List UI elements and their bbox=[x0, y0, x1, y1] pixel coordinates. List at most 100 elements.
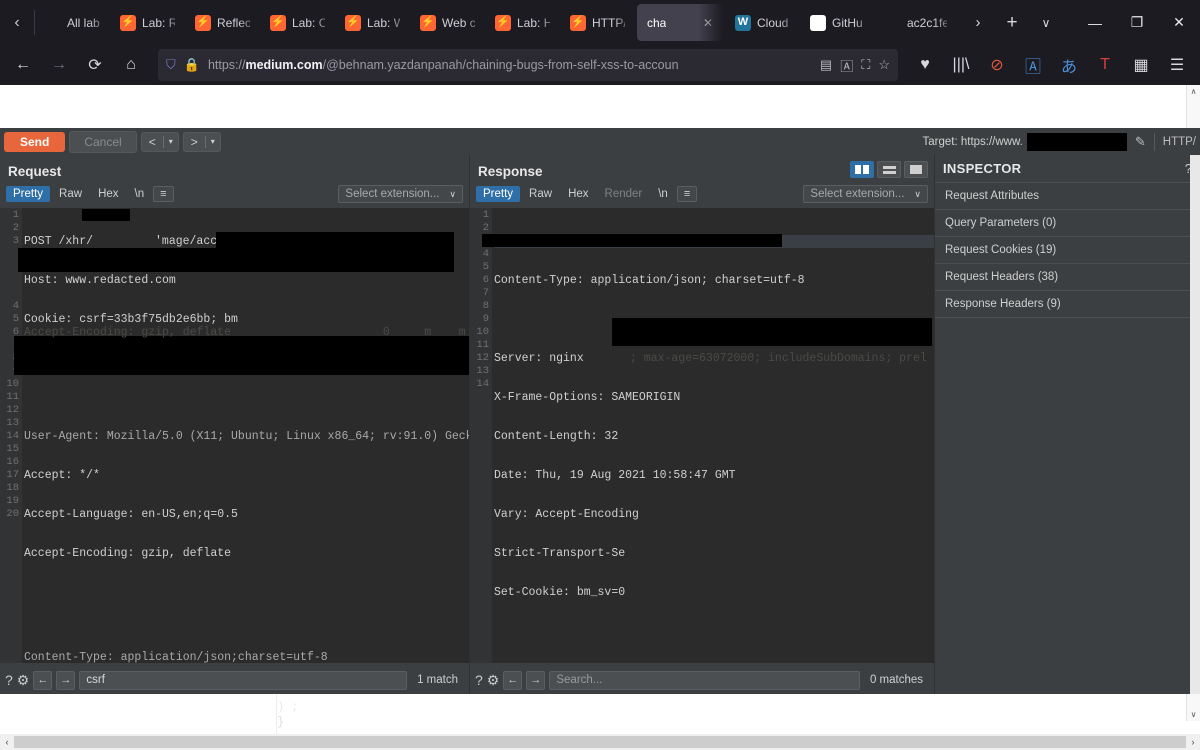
tab-hex[interactable]: Hex bbox=[91, 186, 125, 202]
lock-icon[interactable]: 🔒 bbox=[184, 57, 200, 73]
find-next-button[interactable]: → bbox=[56, 670, 76, 690]
browser-tab-2[interactable]: ⚡ Reflec bbox=[185, 0, 260, 45]
reader-view-icon[interactable]: ▤ bbox=[820, 57, 832, 73]
gear-icon[interactable]: ⚙ bbox=[17, 672, 30, 689]
browser-tab-active[interactable]: cha ✕ bbox=[637, 4, 723, 41]
home-icon[interactable]: ⌂ bbox=[114, 49, 148, 81]
chevron-down-icon[interactable]: ∨ bbox=[914, 189, 921, 200]
chevron-down-icon[interactable]: ∨ bbox=[449, 189, 456, 200]
list-all-tabs-icon[interactable]: ∨ bbox=[1030, 7, 1062, 39]
github-icon: ◉ bbox=[810, 14, 826, 31]
gear-icon[interactable]: ⚙ bbox=[487, 672, 500, 689]
tab-pretty[interactable]: Pretty bbox=[476, 186, 521, 202]
inspector-item-request-headers[interactable]: Request Headers (38) bbox=[935, 264, 1200, 291]
chevron-down-icon[interactable]: ▾ bbox=[164, 133, 178, 151]
browser-tab-9[interactable]: W Cloud bbox=[725, 0, 800, 45]
hscroll-thumb[interactable] bbox=[14, 736, 1186, 748]
screenshot-icon[interactable]: ⛶ bbox=[861, 57, 870, 73]
help-icon[interactable]: ? bbox=[475, 672, 483, 688]
browser-tab-4[interactable]: ⚡ Lab: W bbox=[335, 0, 410, 45]
browser-tab-0[interactable]: All lab bbox=[35, 0, 110, 45]
inspector-scrollbar[interactable] bbox=[1190, 155, 1200, 694]
page-horizontal-scrollbar[interactable]: ‹ › bbox=[0, 734, 1200, 750]
find-next-button[interactable]: → bbox=[526, 670, 546, 690]
split-horizontal-view-icon[interactable] bbox=[877, 161, 901, 178]
find-prev-button[interactable]: ← bbox=[503, 670, 523, 690]
translate-ext-icon[interactable]: 🄰 bbox=[1016, 49, 1050, 81]
tab-raw[interactable]: Raw bbox=[522, 186, 559, 202]
browser-tab-7[interactable]: ⚡ HTTP/ bbox=[560, 0, 635, 45]
pane-resize-handle[interactable]: ⋮ bbox=[467, 421, 469, 439]
request-line-5: Accept: */* bbox=[24, 469, 100, 482]
app-menu-icon[interactable]: ☰ bbox=[1160, 49, 1194, 81]
hscroll-left-icon[interactable]: ‹ bbox=[0, 737, 14, 747]
browser-tab-5[interactable]: ⚡ Web c bbox=[410, 0, 485, 45]
request-line-6: Accept-Language: en-US,en;q=0.5 bbox=[24, 508, 238, 521]
burp-repeater-window: Send Cancel < ▾ > ▾ Target: https://www.… bbox=[0, 128, 1200, 694]
chevron-down-icon[interactable]: ▾ bbox=[206, 133, 220, 151]
tab-pretty[interactable]: Pretty bbox=[6, 186, 51, 202]
request-editor[interactable]: 1 2 3 4 5 6 7 8 9 10 11 12 13 1 bbox=[0, 208, 469, 663]
find-prev-button[interactable]: ← bbox=[33, 670, 53, 690]
browser-tab-12[interactable]: ▶ Webg bbox=[957, 0, 958, 45]
pocket-icon[interactable]: ♥ bbox=[908, 49, 942, 81]
browser-tab-1[interactable]: ⚡ Lab: R bbox=[110, 0, 185, 45]
browser-tab-3[interactable]: ⚡ Lab: C bbox=[260, 0, 335, 45]
close-icon[interactable]: ✕ bbox=[699, 16, 713, 30]
hscroll-right-icon[interactable]: › bbox=[1186, 737, 1200, 747]
help-icon[interactable]: ? bbox=[5, 672, 13, 688]
send-button[interactable]: Send bbox=[4, 131, 66, 152]
library-icon[interactable]: |||\ bbox=[944, 49, 978, 81]
scroll-up-icon[interactable]: ∧ bbox=[1191, 87, 1197, 96]
window-close-button[interactable]: ✕ bbox=[1158, 0, 1200, 45]
tab-scroll-right-icon[interactable]: › bbox=[962, 7, 994, 39]
window-restore-button[interactable]: ❐ bbox=[1116, 0, 1158, 45]
response-title: Response bbox=[478, 164, 543, 179]
inspector-item-request-cookies[interactable]: Request Cookies (19) bbox=[935, 237, 1200, 264]
translate-icon[interactable]: 🄰 bbox=[840, 56, 853, 75]
request-extension-select[interactable]: Select extension... ∨ bbox=[338, 185, 463, 203]
url-text[interactable]: https://medium.com/@behnam.yazdanpanah/c… bbox=[208, 58, 812, 72]
request-title: Request bbox=[8, 164, 62, 179]
request-search-input[interactable]: csrf bbox=[79, 670, 408, 690]
window-minimize-button[interactable]: — bbox=[1074, 0, 1116, 45]
tampermonkey-icon[interactable]: T bbox=[1088, 49, 1122, 81]
inspector-item-query-parameters[interactable]: Query Parameters (0) bbox=[935, 210, 1200, 237]
forward-icon[interactable]: → bbox=[42, 49, 76, 81]
newline-toggle[interactable]: \n bbox=[128, 186, 152, 202]
tab-render[interactable]: Render bbox=[598, 186, 650, 202]
shield-icon[interactable]: ⛉ bbox=[166, 57, 176, 73]
dictionary-ext-icon[interactable]: あ bbox=[1052, 49, 1086, 81]
extensions-icon[interactable]: ▦ bbox=[1124, 49, 1158, 81]
request-menu-icon[interactable]: ≡ bbox=[153, 186, 174, 202]
pane-resize-handle[interactable]: ⋮ bbox=[932, 421, 934, 439]
tab-hex[interactable]: Hex bbox=[561, 186, 595, 202]
response-editor[interactable]: 1 2 3 4 5 6 7 8 9 10 11 12 13 14 bbox=[470, 208, 934, 663]
browser-tab-6[interactable]: ⚡ Lab: H bbox=[485, 0, 560, 45]
scroll-down-icon[interactable]: ∨ bbox=[1191, 710, 1197, 719]
tab-label: cha bbox=[647, 15, 667, 30]
inspector-item-request-attributes[interactable]: Request Attributes bbox=[935, 183, 1200, 210]
response-search-input[interactable]: Search... bbox=[549, 670, 860, 690]
reload-icon[interactable]: ⟳ bbox=[78, 49, 112, 81]
bookmark-star-icon[interactable]: ☆ bbox=[878, 57, 890, 73]
newline-toggle[interactable]: \n bbox=[651, 186, 675, 202]
split-vertical-view-icon[interactable] bbox=[850, 161, 874, 178]
cancel-button[interactable]: Cancel bbox=[69, 130, 137, 153]
pencil-icon[interactable]: ✎ bbox=[1127, 134, 1154, 150]
previous-request-button[interactable]: < ▾ bbox=[140, 131, 179, 152]
tab-scroll-left-icon[interactable]: ‹ bbox=[0, 0, 34, 45]
response-menu-icon[interactable]: ≡ bbox=[676, 186, 698, 202]
new-tab-button[interactable]: + bbox=[996, 7, 1028, 39]
inspector-title: INSPECTOR bbox=[943, 161, 1022, 176]
response-extension-select[interactable]: Select extension... ∨ bbox=[803, 185, 928, 203]
single-view-icon[interactable] bbox=[904, 161, 928, 178]
browser-tab-11[interactable]: ac2c1fe21 bbox=[875, 0, 957, 45]
inspector-item-response-headers[interactable]: Response Headers (9) bbox=[935, 291, 1200, 318]
tab-raw[interactable]: Raw bbox=[52, 186, 89, 202]
next-request-button[interactable]: > ▾ bbox=[182, 131, 221, 152]
noscript-icon[interactable]: ⊘ bbox=[980, 49, 1014, 81]
back-icon[interactable]: ← bbox=[6, 49, 40, 81]
browser-tab-10[interactable]: ◉ GitHu bbox=[800, 0, 875, 45]
url-bar[interactable]: ⛉ 🔒 https://medium.com/@behnam.yazdanpan… bbox=[158, 49, 898, 81]
